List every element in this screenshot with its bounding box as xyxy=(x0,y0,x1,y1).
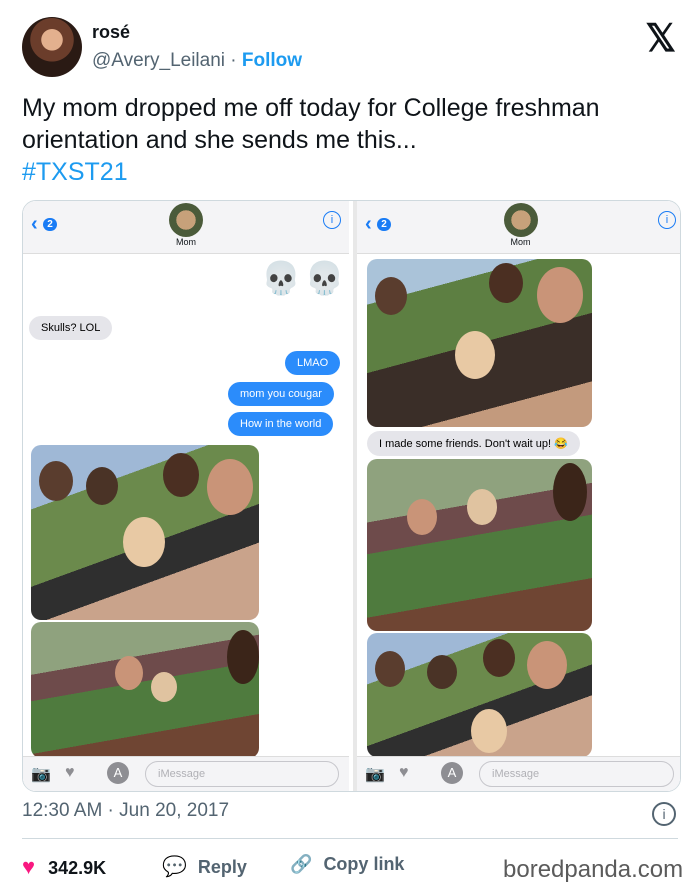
heart-icon: ♥ xyxy=(22,854,36,879)
back-chevron-icon: ‹ 2 xyxy=(365,213,391,236)
message-bubble: Skulls? LOL xyxy=(29,316,113,340)
author-name[interactable]: rosé xyxy=(92,22,130,43)
photo-face xyxy=(407,499,437,535)
tweet-header: rosé @Avery_Leilani · Follow 𝕏 xyxy=(22,12,682,82)
photo-face xyxy=(553,463,587,521)
speech-bubble-icon: 💬 xyxy=(162,856,187,878)
imessage-screenshot-left: ‹ 2 Mom i 💀💀 Skulls? LOL LMAO mom you co… xyxy=(23,201,349,791)
photo-face xyxy=(207,459,253,515)
imessage-topbar: ‹ 2 Mom i xyxy=(23,201,349,254)
like-count: 342.9K xyxy=(48,858,107,878)
imessage-input-bar: 📷 ♥ A iMessage xyxy=(23,756,349,791)
photo-face xyxy=(489,263,523,303)
group-selfie-photo xyxy=(367,633,592,757)
skull-emoji-message: 💀💀 xyxy=(261,260,349,296)
photo-face xyxy=(471,709,507,753)
imessage-field: iMessage xyxy=(145,761,339,787)
imessage-input-bar: 📷 ♥ A iMessage xyxy=(357,756,680,791)
contact-name: Mom xyxy=(510,237,531,247)
photo-face xyxy=(375,651,405,687)
tweet-media[interactable]: ‹ 2 Mom i 💀💀 Skulls? LOL LMAO mom you co… xyxy=(22,200,681,792)
group-selfie-photo xyxy=(31,445,259,620)
photo-face xyxy=(527,641,567,689)
photo-face xyxy=(151,672,177,702)
camera-icon: 📷 xyxy=(365,766,385,783)
photo-face xyxy=(427,655,457,689)
watermark-brand: boredpanda.com xyxy=(503,856,684,883)
photo-face xyxy=(123,517,165,567)
info-icon: i xyxy=(658,211,676,229)
avatar[interactable] xyxy=(22,17,82,77)
photo-face xyxy=(455,331,495,379)
photo-face xyxy=(467,489,497,525)
tweet-body: My mom dropped me off today for College … xyxy=(22,94,600,154)
imessage-screenshot-right: ‹ 2 Mom i I made some friends. Don't wai… xyxy=(353,201,680,791)
message-bubble: LMAO xyxy=(285,351,341,375)
divider xyxy=(22,838,678,839)
app-store-icon: A xyxy=(107,762,129,784)
imessage-field: iMessage xyxy=(479,761,674,787)
separator: · xyxy=(230,50,237,71)
photo-face xyxy=(39,461,73,501)
camera-icon: 📷 xyxy=(31,766,51,783)
contact-avatar xyxy=(503,203,538,237)
field-photo xyxy=(31,622,259,758)
like-button[interactable]: ♥ 342.9K xyxy=(22,854,106,880)
photo-face xyxy=(115,656,143,690)
tweet-text: My mom dropped me off today for College … xyxy=(22,92,672,188)
digital-touch-icon: ♥ xyxy=(65,764,75,781)
unread-badge: 2 xyxy=(377,218,391,232)
x-logo-icon[interactable]: 𝕏 xyxy=(645,20,676,58)
field-photo xyxy=(367,459,592,631)
copy-link-label: Copy link xyxy=(323,854,405,874)
back-chevron-icon: ‹ 2 xyxy=(31,213,57,236)
author-handle[interactable]: @Avery_Leilani xyxy=(92,50,225,71)
info-icon[interactable]: i xyxy=(652,802,676,826)
imessage-topbar: ‹ 2 Mom i xyxy=(357,201,680,254)
contact-name: Mom xyxy=(176,237,196,247)
photo-face xyxy=(163,453,199,497)
reply-button[interactable]: 💬 Reply xyxy=(162,854,247,879)
app-store-icon: A xyxy=(441,762,463,784)
photo-face xyxy=(537,267,583,323)
info-icon: i xyxy=(323,211,341,229)
reply-label: Reply xyxy=(197,857,247,877)
message-bubble: How in the world xyxy=(228,412,334,436)
photo-face xyxy=(483,639,515,677)
tweet-timestamp[interactable]: 12:30 AM · Jun 20, 2017 xyxy=(22,800,229,822)
photo-face xyxy=(375,277,407,315)
group-selfie-photo xyxy=(367,259,592,427)
message-bubble: I made some friends. Don't wait up! 😂 xyxy=(367,431,580,456)
link-icon: 🔗 xyxy=(290,854,313,874)
author-handle-line: @Avery_Leilani · Follow xyxy=(92,50,302,72)
photo-face xyxy=(227,630,259,684)
message-bubble: mom you cougar xyxy=(228,382,334,406)
digital-touch-icon: ♥ xyxy=(399,764,409,781)
unread-badge: 2 xyxy=(43,218,57,232)
photo-face xyxy=(86,467,118,505)
contact-avatar xyxy=(169,203,203,237)
follow-button[interactable]: Follow xyxy=(242,50,302,71)
copy-link-button[interactable]: 🔗 Copy link xyxy=(290,854,404,875)
hashtag-link[interactable]: #TXST21 xyxy=(22,156,672,188)
